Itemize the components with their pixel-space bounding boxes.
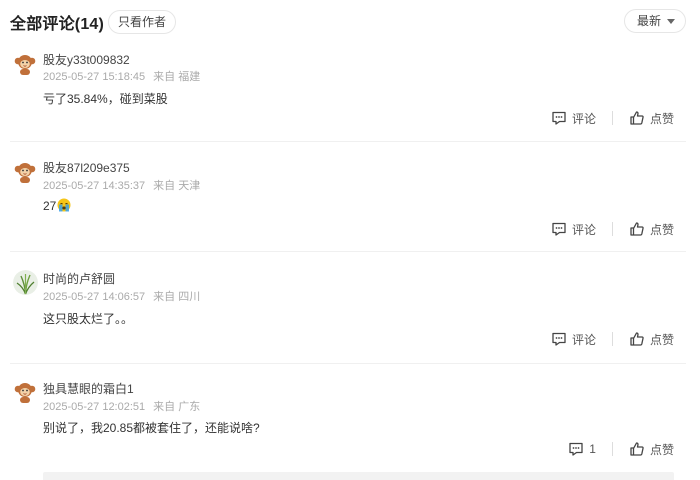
comment-username[interactable]: 时尚的卢舒圆 bbox=[43, 270, 115, 287]
like-label: 点赞 bbox=[649, 111, 674, 126]
monkey-avatar-icon[interactable] bbox=[13, 52, 37, 76]
comment-time: 2025-05-27 14:06:57 bbox=[43, 291, 146, 303]
comment-icon bbox=[552, 222, 566, 236]
action-divider bbox=[611, 442, 613, 456]
action-divider bbox=[611, 332, 613, 346]
sort-dropdown[interactable]: 最新 bbox=[624, 9, 686, 33]
action-divider bbox=[611, 222, 613, 236]
comment-meta: 2025-05-27 14:35:37 来自 天津 bbox=[43, 177, 200, 193]
comments-title: 全部评论(14) bbox=[10, 16, 105, 33]
sort-label: 最新 bbox=[637, 14, 662, 28]
like-label: 点赞 bbox=[649, 442, 674, 457]
reply-preview-box[interactable] bbox=[43, 472, 674, 480]
comment-username[interactable]: 股友87l209e375 bbox=[43, 159, 130, 176]
comment-location: 来自 福建 bbox=[153, 71, 201, 83]
author-only-filter-button[interactable]: 只看作者 bbox=[108, 10, 177, 34]
comment-item: 时尚的卢舒圆 2025-05-27 14:06:57 来自 四川 这只股太烂了。。… bbox=[10, 262, 686, 364]
action-divider bbox=[611, 111, 613, 125]
monkey-avatar-icon[interactable] bbox=[13, 160, 37, 184]
caret-down-icon bbox=[667, 19, 675, 24]
reply-count: 1 bbox=[589, 442, 596, 456]
like-button[interactable]: 点赞 bbox=[629, 110, 674, 127]
comment-meta: 2025-05-27 15:18:45 来自 福建 bbox=[43, 68, 200, 84]
plant-photo-avatar-icon[interactable] bbox=[13, 270, 38, 295]
comment-content: 别说了，我20.85都被套住了，还能说啥? bbox=[43, 421, 260, 435]
comment-item: 股友y33t009832 2025-05-27 15:18:45 来自 福建 亏了… bbox=[10, 42, 686, 142]
thumbs-up-icon bbox=[630, 111, 644, 125]
comment-location: 来自 广东 bbox=[153, 401, 201, 413]
reply-label: 评论 bbox=[571, 332, 596, 347]
comment-meta: 2025-05-27 14:06:57 来自 四川 bbox=[43, 288, 200, 304]
comment-actions: 1 点赞 bbox=[568, 440, 674, 458]
comment-content: 亏了35.84%，碰到菜股 bbox=[43, 92, 168, 106]
comment-item: 股友87l209e375 2025-05-27 14:35:37 来自 天津 27… bbox=[10, 152, 686, 252]
comment-time: 2025-05-27 12:02:51 bbox=[43, 401, 146, 413]
comment-time: 2025-05-27 15:18:45 bbox=[43, 71, 146, 83]
comment-username[interactable]: 独具慧眼的霜白1 bbox=[43, 380, 134, 397]
comment-actions: 评论 点赞 bbox=[551, 330, 674, 348]
reply-button[interactable]: 1 bbox=[568, 441, 596, 457]
comment-location: 来自 四川 bbox=[153, 291, 201, 303]
monkey-avatar-icon[interactable] bbox=[13, 380, 37, 404]
comment-username[interactable]: 股友y33t009832 bbox=[43, 51, 130, 68]
comment-text: 27 bbox=[43, 199, 57, 213]
reply-label: 评论 bbox=[571, 111, 596, 126]
like-button[interactable]: 点赞 bbox=[629, 331, 674, 348]
comment-actions: 评论 点赞 bbox=[551, 109, 674, 127]
like-label: 点赞 bbox=[649, 222, 674, 237]
reply-button[interactable]: 评论 bbox=[551, 331, 596, 348]
comment-content: 这只股太烂了。。 bbox=[43, 312, 134, 326]
comment-actions: 评论 点赞 bbox=[551, 220, 674, 238]
comments-header: 全部评论(14) 只看作者 最新 bbox=[0, 0, 700, 42]
reply-button[interactable]: 评论 bbox=[551, 110, 596, 127]
thumbs-up-icon bbox=[630, 332, 644, 346]
comment-icon bbox=[569, 442, 583, 456]
comment-icon bbox=[552, 111, 566, 125]
thumbs-up-icon bbox=[630, 442, 644, 456]
reply-button[interactable]: 评论 bbox=[551, 221, 596, 238]
comment-content: 27 bbox=[43, 198, 71, 213]
like-button[interactable]: 点赞 bbox=[629, 221, 674, 238]
crying-face-emoji-icon bbox=[57, 198, 71, 212]
comment-item: 独具慧眼的霜白1 2025-05-27 12:02:51 来自 广东 别说了，我2… bbox=[10, 374, 686, 472]
comment-meta: 2025-05-27 12:02:51 来自 广东 bbox=[43, 398, 200, 414]
thumbs-up-icon bbox=[630, 222, 644, 236]
like-button[interactable]: 点赞 bbox=[629, 441, 674, 458]
comment-location: 来自 天津 bbox=[153, 180, 201, 192]
comment-time: 2025-05-27 14:35:37 bbox=[43, 180, 146, 192]
reply-label: 评论 bbox=[571, 222, 596, 237]
comment-icon bbox=[552, 332, 566, 346]
like-label: 点赞 bbox=[649, 332, 674, 347]
